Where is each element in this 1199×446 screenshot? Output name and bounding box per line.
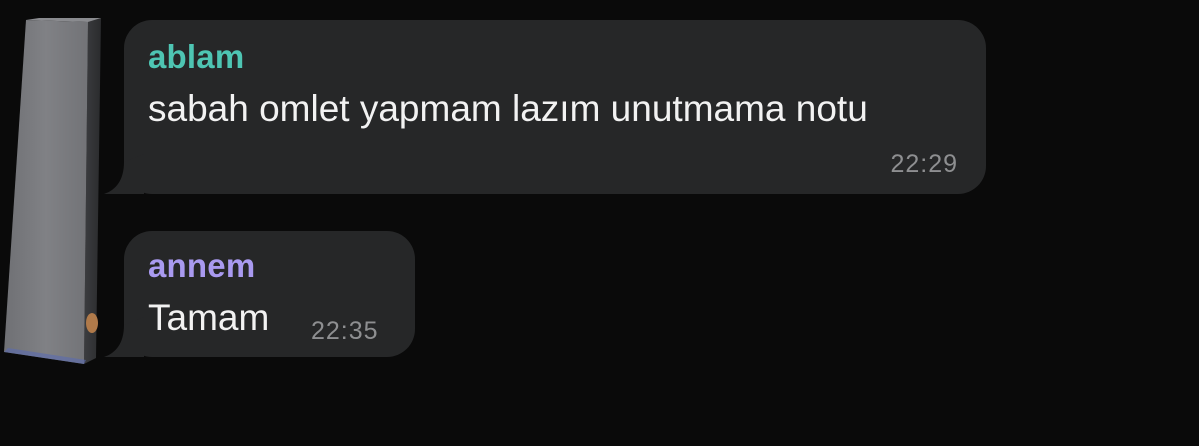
message-bubble[interactable]: annem Tamam 22:35 — [104, 231, 415, 357]
message-text: sabah omlet yapmam lazım unutmama notu — [148, 88, 868, 129]
redaction-overlay — [4, 18, 101, 364]
bubble-tail — [104, 154, 144, 194]
sender-name: ablam — [148, 38, 245, 75]
message-text: Tamam — [148, 297, 270, 338]
message-timestamp: 22:29 — [890, 150, 958, 178]
message-bubble[interactable]: ablam sabah omlet yapmam lazım unutmama … — [104, 20, 986, 194]
bubble-tail — [104, 317, 144, 357]
chat-view: ablam sabah omlet yapmam lazım unutmama … — [0, 0, 1199, 446]
sender-name: annem — [148, 247, 256, 284]
message-timestamp: 22:35 — [311, 317, 379, 345]
